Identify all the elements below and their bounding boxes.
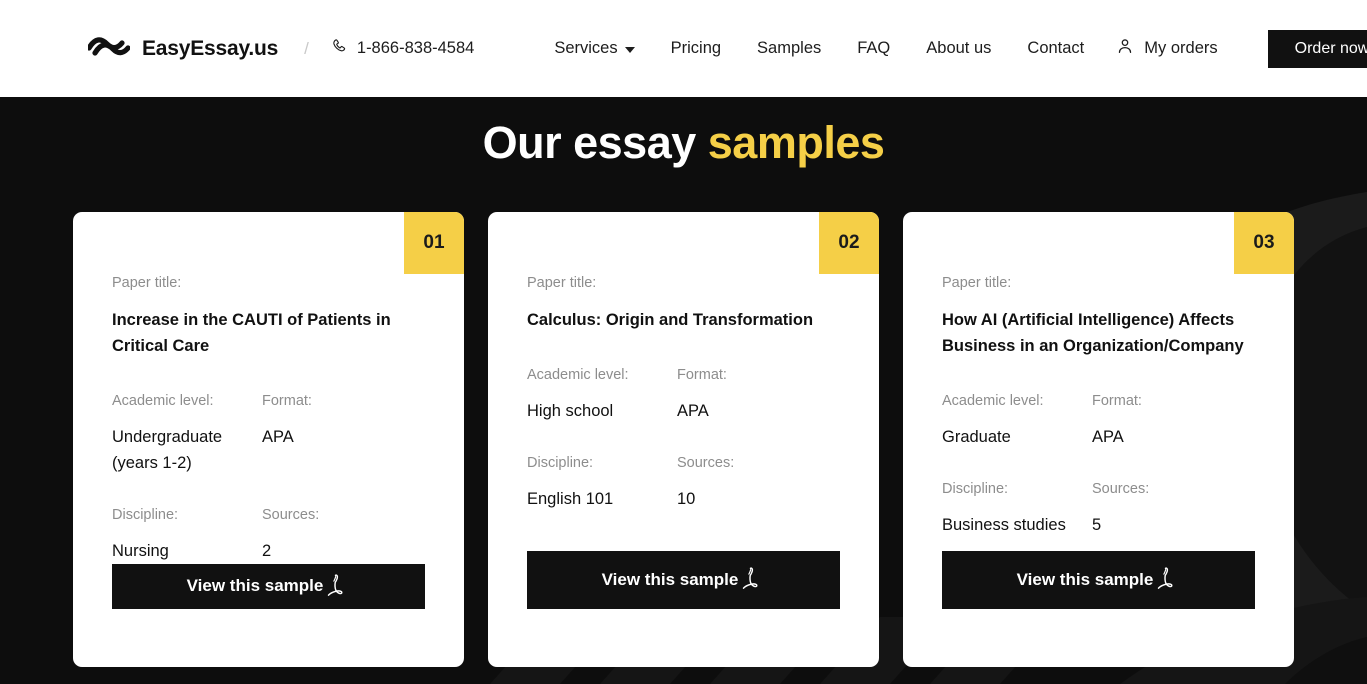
wave-logo-icon bbox=[86, 35, 131, 62]
meta-group-discipline-sources: Discipline: Sources: English 101 10 bbox=[527, 454, 840, 512]
paper-title-label: Paper title: bbox=[942, 274, 1012, 291]
nav-label: Services bbox=[554, 39, 618, 57]
nav-label: FAQ bbox=[857, 39, 891, 57]
academic-level-value: High school bbox=[527, 402, 614, 421]
sample-card[interactable]: 03 Paper title: How AI (Artificial Intel… bbox=[903, 211, 1294, 667]
main-navigation: Services Pricing Samples FAQ About us Co… bbox=[536, 31, 1102, 66]
adobe-pdf-icon bbox=[739, 566, 765, 595]
page-title: Our essay samples bbox=[0, 97, 1367, 168]
view-sample-label: View this sample bbox=[601, 569, 739, 589]
sources-label: Sources: bbox=[262, 507, 320, 524]
card-number-badge: 02 bbox=[819, 211, 879, 274]
my-orders-link[interactable]: My orders bbox=[1102, 29, 1231, 68]
phone-icon bbox=[331, 38, 348, 60]
sample-cards-row: 01 Paper title: Increase in the CAUTI of… bbox=[0, 168, 1367, 667]
brand-logo-link[interactable]: EasyEssay.us bbox=[86, 35, 279, 62]
format-label: Format: bbox=[262, 393, 312, 410]
paper-title-label: Paper title: bbox=[112, 274, 182, 291]
discipline-label: Discipline: bbox=[527, 455, 594, 472]
card-number-badge: 01 bbox=[404, 211, 464, 274]
view-sample-label: View this sample bbox=[186, 576, 324, 596]
adobe-pdf-icon bbox=[1154, 566, 1180, 595]
meta-group-level-format: Academic level: Format: High school APA bbox=[527, 366, 840, 424]
view-sample-button[interactable]: View this sample bbox=[942, 550, 1255, 609]
format-value: APA bbox=[262, 427, 294, 446]
sources-value: 10 bbox=[677, 489, 696, 508]
sample-card[interactable]: 02 Paper title: Calculus: Origin and Tra… bbox=[488, 211, 879, 667]
discipline-label: Discipline: bbox=[112, 507, 179, 524]
nav-label: Samples bbox=[757, 39, 822, 57]
academic-level-label: Academic level: bbox=[112, 393, 214, 410]
format-label: Format: bbox=[1092, 393, 1142, 410]
academic-level-label: Academic level: bbox=[942, 393, 1044, 410]
meta-group-discipline-sources: Discipline: Sources: Business studies 5 bbox=[942, 480, 1255, 538]
paper-title-value: How AI (Artificial Intelligence) Affects… bbox=[942, 311, 1244, 356]
header-divider: / bbox=[304, 38, 309, 58]
chevron-down-icon bbox=[624, 46, 635, 53]
phone-link[interactable]: 1-866-838-4584 bbox=[331, 38, 474, 60]
brand-name: EasyEssay.us bbox=[142, 36, 279, 60]
view-sample-button[interactable]: View this sample bbox=[527, 550, 840, 609]
page-title-plain: Our essay bbox=[482, 117, 708, 168]
academic-level-value: Graduate bbox=[942, 427, 1011, 446]
format-label: Format: bbox=[677, 367, 727, 384]
nav-label: Pricing bbox=[670, 39, 722, 57]
meta-group-level-format: Academic level: Format: Graduate APA bbox=[942, 392, 1255, 450]
nav-item-pricing[interactable]: Pricing bbox=[653, 31, 739, 66]
format-value: APA bbox=[677, 402, 709, 421]
nav-item-samples[interactable]: Samples bbox=[739, 31, 839, 66]
order-now-button[interactable]: Order now bbox=[1267, 29, 1367, 68]
nav-label: Contact bbox=[1027, 39, 1085, 57]
nav-item-about-us[interactable]: About us bbox=[908, 31, 1009, 66]
nav-item-services[interactable]: Services bbox=[536, 31, 652, 66]
sources-value: 5 bbox=[1092, 515, 1102, 534]
site-header: EasyEssay.us / 1-866-838-4584 Services P… bbox=[0, 0, 1367, 97]
sources-label: Sources: bbox=[1092, 481, 1150, 498]
paper-title-value: Increase in the CAUTI of Patients in Cri… bbox=[112, 311, 391, 356]
sources-label: Sources: bbox=[677, 455, 735, 472]
discipline-value: English 101 bbox=[527, 489, 614, 508]
discipline-label: Discipline: bbox=[942, 481, 1009, 498]
card-number-badge: 03 bbox=[1234, 211, 1294, 274]
academic-level-value: Undergraduate (years 1-2) bbox=[112, 427, 223, 473]
academic-level-label: Academic level: bbox=[527, 367, 629, 384]
user-icon bbox=[1116, 37, 1134, 60]
header-right-group: My orders Order now bbox=[1102, 29, 1367, 68]
discipline-value: Business studies bbox=[942, 515, 1066, 534]
format-value: APA bbox=[1092, 427, 1124, 446]
meta-group-level-format: Academic level: Format: Undergraduate (y… bbox=[112, 392, 425, 476]
view-sample-button[interactable]: View this sample bbox=[112, 564, 425, 609]
discipline-value: Nursing bbox=[112, 541, 169, 560]
view-sample-label: View this sample bbox=[1016, 569, 1154, 589]
paper-title-label: Paper title: bbox=[527, 274, 597, 291]
hero-section: Our essay samples 01 Paper title: Increa… bbox=[0, 97, 1367, 684]
paper-title-value: Calculus: Origin and Transformation bbox=[527, 311, 814, 330]
meta-group-discipline-sources: Discipline: Sources: Nursing 2 bbox=[112, 506, 425, 564]
nav-item-faq[interactable]: FAQ bbox=[839, 31, 908, 66]
nav-item-contact[interactable]: Contact bbox=[1009, 31, 1102, 66]
adobe-pdf-icon bbox=[324, 573, 350, 602]
sample-card[interactable]: 01 Paper title: Increase in the CAUTI of… bbox=[73, 211, 464, 667]
page-title-accent: samples bbox=[707, 117, 885, 168]
sources-value: 2 bbox=[262, 541, 272, 560]
phone-number: 1-866-838-4584 bbox=[356, 39, 475, 57]
my-orders-label: My orders bbox=[1144, 39, 1218, 57]
nav-label: About us bbox=[926, 39, 992, 57]
